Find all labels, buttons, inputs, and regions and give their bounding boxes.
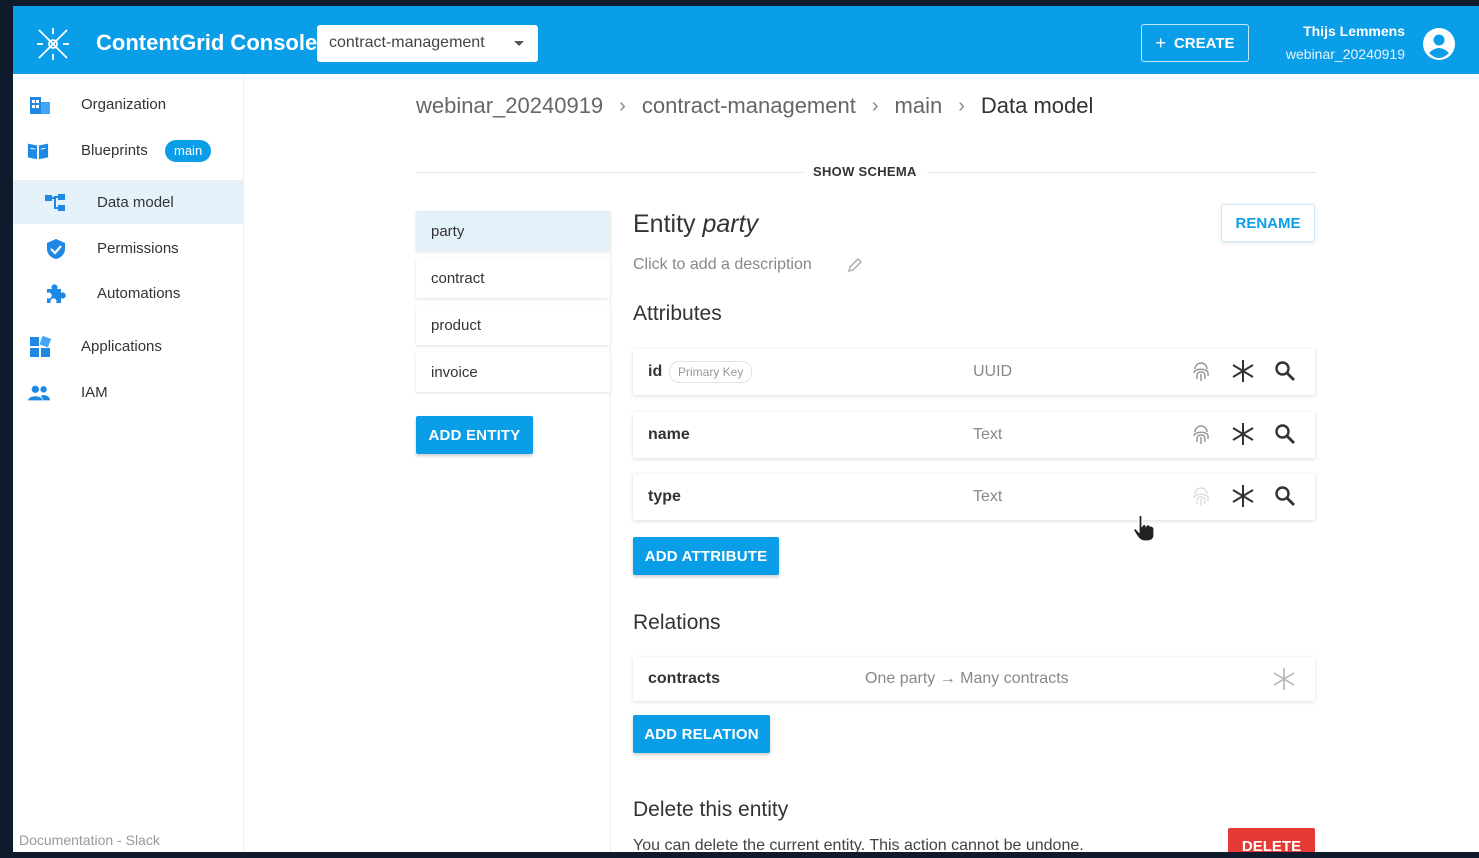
app-window: ContentGrid Console contract-management … (13, 6, 1479, 852)
entity-title: Entity party (633, 210, 758, 239)
relation-row-contracts[interactable]: contracts One party → Many contracts (633, 657, 1315, 701)
entity-title-name: party (702, 210, 759, 238)
sidebar-item-label: Permissions (97, 240, 179, 257)
breadcrumb-branch[interactable]: main (895, 93, 943, 119)
sidebar-item-label: IAM (81, 384, 108, 401)
add-attribute-button[interactable]: ADD ATTRIBUTE (633, 537, 779, 575)
fingerprint-icon[interactable] (1189, 485, 1213, 509)
sidebar-item-permissions[interactable]: Permissions (13, 226, 243, 270)
plus-icon: + (1155, 32, 1166, 53)
delete-button[interactable]: DELETE (1228, 828, 1315, 852)
sidebar-item-label: Applications (81, 338, 162, 355)
fingerprint-icon[interactable] (1189, 423, 1213, 447)
rename-button[interactable]: RENAME (1221, 204, 1315, 242)
user-name: Thijs Lemmens (1303, 23, 1405, 39)
pencil-icon[interactable] (847, 257, 863, 273)
add-entity-button[interactable]: ADD ENTITY (416, 416, 533, 454)
entity-item-party[interactable]: party (416, 211, 610, 251)
relation-cardinality: One party → Many contracts (865, 670, 1069, 687)
sidebar-item-label: Blueprints (81, 142, 148, 159)
chevron-right-icon: › (619, 94, 626, 117)
sidebar-item-iam[interactable]: IAM (13, 370, 243, 414)
panel-divider (610, 211, 611, 852)
branch-badge: main (165, 140, 212, 162)
people-icon (28, 385, 50, 401)
chevron-right-icon: › (958, 94, 965, 117)
attribute-name: type (648, 488, 681, 505)
sidebar-footer-links[interactable]: Documentation - Slack (19, 832, 160, 848)
blueprints-icon (27, 143, 49, 160)
sidebar-item-blueprints[interactable]: Blueprints main (13, 128, 243, 172)
applications-icon (30, 336, 51, 357)
entity-item-invoice[interactable]: invoice (416, 352, 610, 392)
entity-title-prefix: Entity (633, 210, 696, 238)
search-icon[interactable] (1273, 484, 1297, 508)
create-button[interactable]: + CREATE (1141, 24, 1249, 62)
relation-name: contracts (648, 670, 721, 687)
project-select-value: contract-management (329, 34, 485, 51)
entity-item-contract[interactable]: contract (416, 258, 610, 298)
show-schema-button[interactable]: SHOW SCHEMA (803, 164, 927, 179)
attribute-name: name (648, 426, 690, 443)
asterisk-required-icon[interactable] (1230, 483, 1256, 509)
entity-item-product[interactable]: product (416, 305, 610, 345)
asterisk-required-icon[interactable] (1230, 421, 1256, 447)
search-icon[interactable] (1273, 422, 1297, 446)
attribute-name: id (648, 363, 663, 380)
asterisk-required-icon[interactable] (1271, 666, 1297, 692)
shield-icon (47, 239, 65, 259)
breadcrumb-project[interactable]: contract-management (642, 93, 856, 119)
search-icon[interactable] (1273, 359, 1297, 383)
breadcrumb: webinar_20240919 › contract-management ›… (416, 93, 1093, 119)
data-model-icon (45, 194, 65, 211)
create-button-label: CREATE (1173, 34, 1235, 52)
project-select[interactable]: contract-management (317, 25, 538, 62)
attributes-heading: Attributes (633, 302, 722, 325)
breadcrumb-org[interactable]: webinar_20240919 (416, 93, 603, 119)
delete-entity-heading: Delete this entity (633, 798, 789, 821)
sidebar-item-automations[interactable]: Automations (13, 271, 243, 315)
attribute-type: Text (973, 426, 1003, 443)
sidebar-item-label: Organization (81, 96, 167, 113)
sidebar-item-label: Automations (97, 285, 181, 302)
fingerprint-icon[interactable] (1189, 360, 1213, 384)
entity-list: party contract product invoice (416, 211, 610, 399)
account-icon[interactable] (1422, 27, 1456, 61)
asterisk-required-icon[interactable] (1230, 358, 1256, 384)
relations-heading: Relations (633, 611, 721, 634)
sidebar-item-organization[interactable]: Organization (13, 82, 243, 126)
add-relation-button[interactable]: ADD RELATION (633, 715, 770, 753)
sidebar-item-data-model[interactable]: Data model (13, 180, 243, 224)
primary-key-badge: Primary Key (669, 361, 753, 383)
delete-entity-text: You can delete the current entity. This … (633, 837, 1084, 852)
chevron-right-icon: › (871, 94, 879, 117)
attribute-row-name[interactable]: name Text (633, 412, 1315, 458)
attribute-type: Text (973, 488, 1003, 505)
top-bar: ContentGrid Console contract-management … (13, 6, 1479, 74)
attribute-row-type[interactable]: type Text (633, 474, 1315, 520)
puzzle-icon (47, 284, 66, 303)
entity-description[interactable]: Click to add a description (633, 256, 812, 274)
breadcrumb-current: Data model (980, 93, 1094, 118)
contentgrid-logo-icon[interactable] (35, 26, 71, 62)
sidebar-item-label: Data model (97, 194, 174, 211)
user-organization: webinar_20240919 (1285, 46, 1405, 62)
organization-icon (30, 97, 50, 114)
attribute-row-id[interactable]: id Primary Key UUID (633, 349, 1315, 395)
sidebar-item-applications[interactable]: Applications (13, 324, 243, 368)
chevron-down-icon (514, 41, 524, 46)
app-title[interactable]: ContentGrid Console (96, 30, 317, 56)
sidebar: Organization Blueprints main Data model … (13, 74, 244, 852)
hand-cursor-icon (1133, 514, 1155, 542)
attribute-type: UUID (973, 363, 1013, 380)
